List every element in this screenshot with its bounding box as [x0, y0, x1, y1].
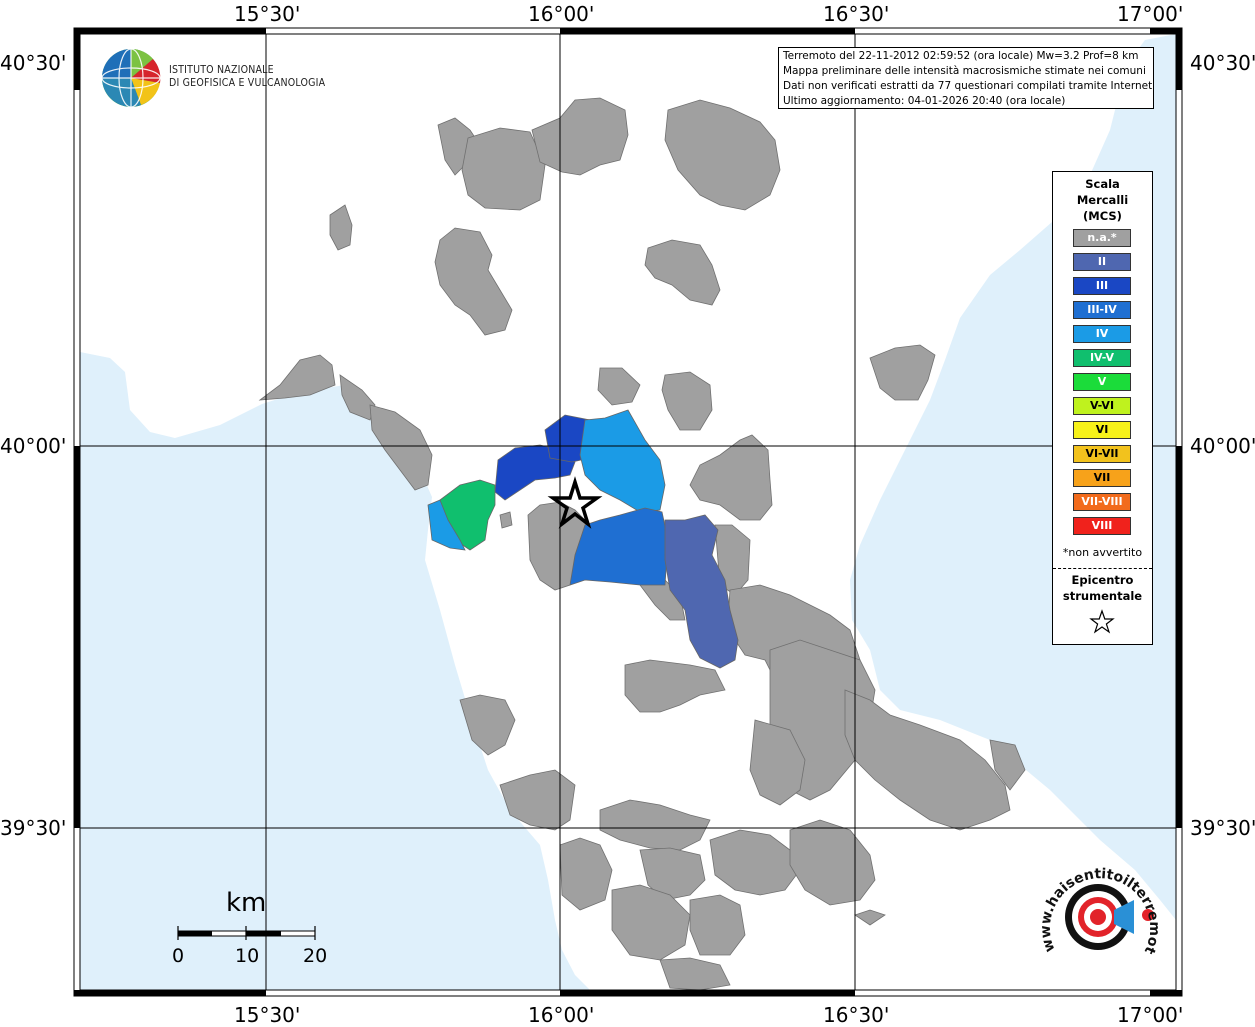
legend-item-vi-vii: VI-VII	[1073, 445, 1131, 463]
lat-tick-left-1: 40°30'	[0, 51, 67, 75]
event-info-line: Dati non verificati estratti da 77 quest…	[783, 80, 1154, 92]
legend-item-v-vi: V-VI	[1073, 397, 1131, 415]
lon-tick-bottom-2: 16°00'	[528, 1003, 595, 1027]
lat-tick-left-2: 40°00'	[0, 434, 67, 458]
mcs-legend: Scala Mercalli (MCS) n.a.* II III III-IV IV I…	[1052, 171, 1153, 645]
scale-bar-unit: km	[226, 888, 267, 918]
star-icon	[1089, 609, 1115, 634]
haisentito-logo-icon: www.haisentitoilterremoto.it	[1030, 855, 1162, 957]
lat-tick-right-3: 39°30'	[1190, 816, 1255, 840]
legend-item-ii: II	[1073, 253, 1131, 271]
scale-bar-label-0: 0	[172, 945, 185, 967]
legend-title-line: (MCS)	[1083, 209, 1122, 223]
scale-bar-label-10: 10	[235, 945, 260, 967]
legend-item-iv: IV	[1073, 325, 1131, 343]
legend-title-line: Scala	[1085, 177, 1120, 191]
legend-title-line: Mercalli	[1076, 193, 1129, 207]
event-info-line: Terremoto del 22-11-2012 02:59:52 (ora l…	[783, 50, 1139, 62]
lat-tick-right-1: 40°30'	[1190, 51, 1255, 75]
event-info-box: Terremoto del 22-11-2012 02:59:52 (ora l…	[778, 47, 1154, 109]
legend-epicenter-label: Epicentro strumentale	[1053, 572, 1152, 604]
event-info-line: Mappa preliminare delle intensità macros…	[783, 65, 1146, 77]
lon-tick-bottom-3: 16°30'	[823, 1003, 890, 1027]
legend-item-v: V	[1073, 373, 1131, 391]
lat-tick-right-2: 40°00'	[1190, 434, 1255, 458]
lon-tick-top-1: 15°30'	[234, 2, 301, 26]
legend-item-iii: III	[1073, 277, 1131, 295]
event-info-line: Ultimo aggiornamento: 04-01-2026 20:40 (…	[783, 95, 1066, 107]
legend-note: *non avvertito	[1062, 546, 1143, 559]
legend-epicenter-line: Epicentro	[1071, 573, 1134, 587]
legend-item-n-a-: n.a.*	[1073, 229, 1131, 247]
ingv-name-line2: DI GEOFISICA E VULCANOLOGIA	[169, 77, 326, 89]
lat-tick-left-3: 39°30'	[0, 816, 67, 840]
legend-item-viii: VIII	[1073, 517, 1131, 535]
legend-item-vii-viii: VII-VIII	[1073, 493, 1131, 511]
lon-tick-top-3: 16°30'	[823, 2, 890, 26]
legend-item-vi: VI	[1073, 421, 1131, 439]
lon-tick-bottom-1: 15°30'	[234, 1003, 301, 1027]
lon-tick-top-2: 16°00'	[528, 2, 595, 26]
ingv-name-line1: ISTITUTO NAZIONALE	[169, 64, 274, 76]
lon-tick-top-4: 17°00'	[1117, 2, 1184, 26]
globe-logo-icon	[101, 48, 161, 108]
legend-item-iv-v: IV-V	[1073, 349, 1131, 367]
scale-bar-label-20: 20	[303, 945, 328, 967]
legend-item-iii-iv: III-IV	[1073, 301, 1131, 319]
ingv-logo-text: ISTITUTO NAZIONALE DI GEOFISICA E VULCAN…	[169, 64, 325, 90]
legend-item-vii: VII	[1073, 469, 1131, 487]
lon-tick-bottom-4: 17°00'	[1117, 1003, 1184, 1027]
legend-title: Scala Mercalli (MCS)	[1053, 176, 1152, 224]
legend-divider	[1053, 568, 1152, 569]
legend-epicenter-line: strumentale	[1062, 589, 1143, 603]
